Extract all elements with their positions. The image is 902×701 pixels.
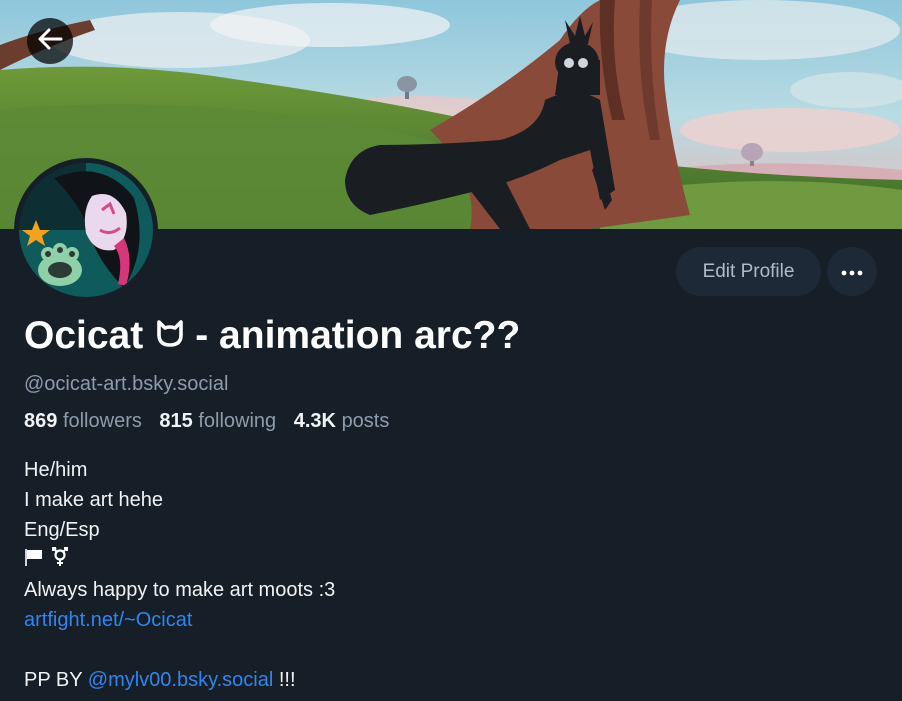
bio-mention-link[interactable]: @mylv00.bsky.social	[88, 669, 274, 691]
edit-profile-button[interactable]: Edit Profile	[676, 247, 821, 296]
edit-profile-label: Edit Profile	[702, 260, 795, 282]
bio-credit-line: PP BY @mylv00.bsky.social !!!	[24, 665, 335, 695]
bio-link-artfight[interactable]: artfight.net/~Ocicat	[24, 609, 192, 631]
display-name-part1: Ocicat	[24, 314, 144, 357]
white-flag-icon	[24, 549, 50, 572]
display-name-part2: - animation arc??	[195, 314, 521, 357]
ellipsis-icon	[841, 263, 863, 281]
bio-credit-prefix: PP BY	[24, 669, 83, 691]
profile-page: Edit Profile Ocicat - animation arc?? @o…	[0, 0, 902, 701]
bio-emoji-line	[24, 545, 335, 575]
display-name: Ocicat - animation arc??	[24, 314, 520, 358]
posts-count: 4.3K	[293, 410, 336, 432]
bio-line: Always happy to make art moots :3	[24, 579, 336, 601]
following-link[interactable]: 815 following	[159, 410, 293, 432]
bio-line: He/him	[24, 459, 88, 481]
bio-blank-line	[24, 635, 335, 665]
more-options-button[interactable]	[827, 247, 877, 296]
followers-count: 869	[24, 410, 58, 432]
profile-bio: He/him I make art hehe Eng/Esp Always ha…	[24, 455, 335, 695]
profile-handle: @ocicat-art.bsky.social	[24, 373, 229, 395]
followers-label: followers	[62, 410, 142, 432]
bio-credit-suffix: !!!	[278, 669, 296, 691]
avatar[interactable]	[14, 158, 158, 302]
bio-line: I make art hehe	[24, 489, 163, 511]
following-label: following	[198, 410, 277, 432]
bio-line: Eng/Esp	[24, 519, 100, 541]
transgender-symbol-icon	[50, 547, 70, 572]
following-count: 815	[159, 410, 193, 432]
arrow-left-icon	[37, 28, 63, 55]
back-button[interactable]	[27, 18, 73, 64]
posts-stat: 4.3K posts	[294, 410, 402, 432]
posts-label: posts	[341, 410, 390, 432]
profile-stats: 869 followers 815 following 4.3K posts	[24, 410, 401, 433]
cat-face-icon	[155, 314, 185, 358]
followers-link[interactable]: 869 followers	[24, 410, 159, 432]
